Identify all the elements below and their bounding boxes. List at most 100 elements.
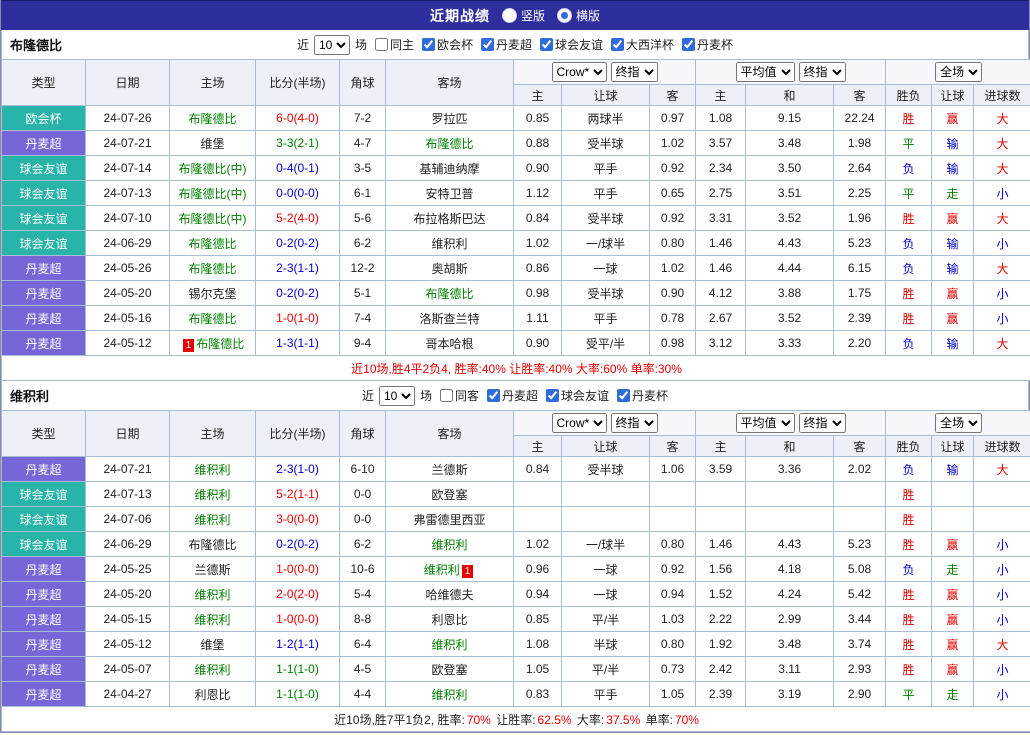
away-team-link[interactable]: 弗雷德里西亚 (413, 513, 485, 527)
scope-select[interactable]: 全场 (935, 413, 983, 433)
bookmaker-select[interactable]: Crow* (551, 413, 607, 433)
home-team-link[interactable]: 布隆德比 (196, 337, 244, 351)
home-team-link[interactable]: 维堡 (200, 638, 224, 652)
away-team-link[interactable]: 哈维德夫 (425, 588, 473, 602)
same-venue-checkbox-input[interactable] (374, 38, 388, 51)
home-team-link[interactable]: 维积利 (194, 588, 230, 602)
league-filter-checkbox[interactable]: 欧会杯 (421, 36, 473, 53)
home-team-link[interactable]: 维堡 (200, 137, 224, 151)
league-filter-checkbox[interactable]: 丹麦杯 (682, 36, 733, 53)
match-count-select[interactable]: 10 (378, 385, 415, 406)
same-venue-checkbox-input[interactable] (439, 389, 453, 402)
result-handicap: 输 (931, 155, 975, 181)
asian-handicap: 受平/半 (561, 330, 650, 356)
league-filter-checkbox-input[interactable] (617, 389, 631, 402)
avg-away-odds: 2.02 (833, 456, 887, 482)
league-filter-checkbox-input[interactable] (481, 38, 494, 51)
home-team-cell: 维积利 (169, 456, 256, 482)
home-team-link[interactable]: 布隆德比 (188, 312, 236, 326)
league-filter-checkbox-input[interactable] (682, 38, 696, 51)
league-filter-checkbox-input[interactable] (487, 389, 500, 402)
score: 5-2(4-0) (255, 205, 340, 231)
recent-results-page: 近期战绩 竖版 横版 布隆德比近 10 场同主 欧会杯 丹麦超 球会友谊 大西洋杯 丹麦杯 类型… (0, 0, 1030, 733)
same-venue-checkbox[interactable]: 同客 (439, 387, 479, 404)
asian-odds-time-select[interactable]: 终指 (610, 413, 658, 433)
europe-odds-time-select[interactable]: 终指 (798, 413, 846, 433)
corner-score: 7-4 (339, 305, 386, 331)
home-team-link[interactable]: 锡尔克堡 (188, 287, 236, 301)
away-team-link[interactable]: 欧登塞 (431, 488, 467, 502)
average-odds-select[interactable]: 平均值 (735, 413, 795, 433)
asian-handicap: 一/球半 (561, 531, 650, 557)
league-badge: 丹麦超 (1, 656, 86, 682)
col-type-header: 类型 (1, 410, 86, 457)
away-team-link[interactable]: 维积利 (424, 563, 460, 577)
away-team-link[interactable]: 维积利 (431, 538, 467, 552)
league-filter-checkbox[interactable]: 球会友谊 (540, 36, 603, 53)
match-count-select[interactable]: 10 (313, 34, 350, 55)
score: 3-3(2-1) (255, 130, 340, 156)
away-team-link[interactable]: 布拉格斯巴达 (413, 212, 485, 226)
summary-text: 70% (466, 712, 491, 727)
away-team-link[interactable]: 洛斯查兰特 (419, 312, 479, 326)
result-wdl: 胜 (885, 506, 933, 532)
same-venue-checkbox[interactable]: 同主 (374, 36, 414, 53)
league-filter-checkbox-input[interactable] (546, 389, 560, 402)
home-team-link[interactable]: 布隆德比(中) (179, 212, 247, 226)
league-filter-checkbox-input[interactable] (421, 38, 435, 51)
bookmaker-select[interactable]: Crow* (551, 62, 607, 82)
away-team-link[interactable]: 欧登塞 (431, 663, 467, 677)
score: 0-2(0-2) (255, 230, 340, 256)
home-team-link[interactable]: 兰德斯 (194, 563, 230, 577)
home-team-cell: 维堡 (169, 130, 256, 156)
away-team-cell: 奥胡斯 (385, 255, 514, 281)
away-team-link[interactable]: 利恩比 (431, 613, 467, 627)
layout-radio-vertical[interactable]: 竖版 (501, 7, 545, 24)
home-team-link[interactable]: 布隆德比 (188, 538, 236, 552)
away-team-link[interactable]: 罗拉匹 (431, 112, 467, 126)
away-team-link[interactable]: 哥本哈根 (425, 337, 473, 351)
away-team-link[interactable]: 维积利 (431, 237, 467, 251)
home-team-link[interactable]: 布隆德比 (188, 262, 236, 276)
home-team-link[interactable]: 维积利 (194, 488, 230, 502)
home-team-link[interactable]: 维积利 (194, 513, 230, 527)
away-team-link[interactable]: 奥胡斯 (431, 262, 467, 276)
away-team-link[interactable]: 安特卫普 (425, 187, 473, 201)
europe-odds-time-select[interactable]: 终指 (798, 62, 846, 82)
away-team-link[interactable]: 维积利 (431, 638, 467, 652)
league-filter-checkbox-input[interactable] (540, 38, 554, 51)
away-team-link[interactable]: 维积利 (431, 688, 467, 702)
home-team-link[interactable]: 布隆德比(中) (179, 162, 247, 176)
summary-text: 37.5% (606, 712, 641, 727)
asian-home-odds: 1.11 (513, 305, 562, 331)
league-filter-checkbox-input[interactable] (611, 38, 625, 51)
team-section-1-header: 布隆德比 近 10 场 同主 欧会杯 丹麦超 球会友谊 大西洋杯 丹麦杯 (1, 30, 1029, 59)
result-goals: 小 (973, 230, 1030, 256)
home-team-link[interactable]: 布隆德比 (188, 112, 236, 126)
home-team-link[interactable]: 利恩比 (194, 688, 230, 702)
away-team-link[interactable]: 兰德斯 (431, 463, 467, 477)
summary-row: 近10场,胜7平1负2, 胜率: 70% 让胜率: 62.5% 大率: 37.5% 单… (0, 706, 1030, 732)
home-team-link[interactable]: 维积利 (194, 463, 230, 477)
asian-home-odds: 0.94 (513, 581, 562, 607)
league-filter-checkbox[interactable]: 丹麦超 (481, 36, 532, 53)
league-filter-checkbox[interactable]: 丹麦超 (487, 387, 538, 404)
home-team-link[interactable]: 布隆德比 (188, 237, 236, 251)
corner-score: 5-6 (339, 205, 386, 231)
league-badge: 欧会杯 (1, 105, 86, 131)
league-filter-checkbox[interactable]: 丹麦杯 (617, 387, 668, 404)
home-team-link[interactable]: 布隆德比(中) (179, 187, 247, 201)
avg-draw-odds: 2.99 (745, 606, 835, 632)
league-filter-checkbox[interactable]: 大西洋杯 (611, 36, 674, 53)
average-odds-select[interactable]: 平均值 (735, 62, 795, 82)
layout-radio-horizontal[interactable]: 横版 (557, 7, 600, 24)
result-goals: 小 (973, 581, 1030, 607)
home-team-link[interactable]: 维积利 (194, 613, 230, 627)
away-team-link[interactable]: 布隆德比 (425, 137, 473, 151)
asian-odds-time-select[interactable]: 终指 (610, 62, 658, 82)
away-team-link[interactable]: 布隆德比 (425, 287, 473, 301)
home-team-link[interactable]: 维积利 (194, 663, 230, 677)
away-team-link[interactable]: 基辅迪纳摩 (419, 162, 479, 176)
scope-select[interactable]: 全场 (935, 62, 983, 82)
league-filter-checkbox[interactable]: 球会友谊 (546, 387, 609, 404)
